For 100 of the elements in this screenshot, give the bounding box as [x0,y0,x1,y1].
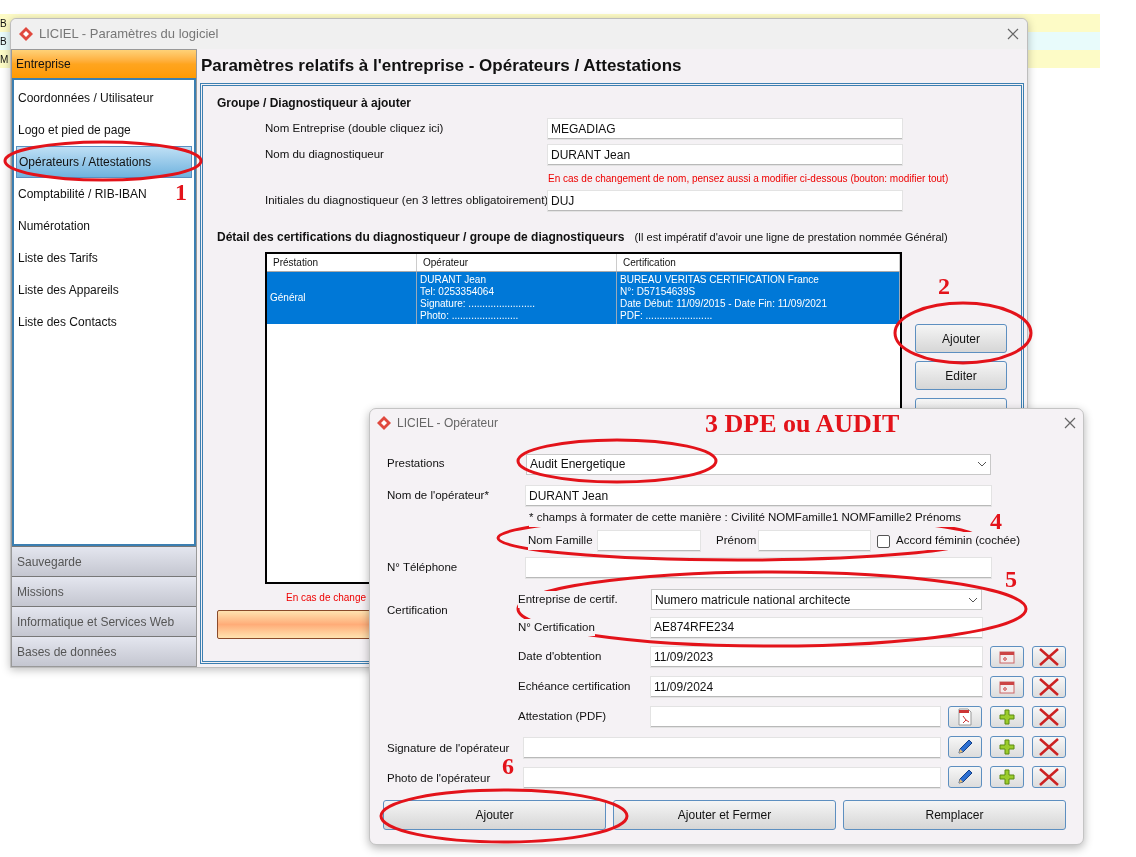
plus-button[interactable] [990,766,1024,788]
annotation-label: 3 DPE ou AUDIT [705,411,900,437]
pencil-button[interactable] [948,736,982,758]
sidebar-item[interactable]: Liste des Appareils [16,274,121,306]
window-title: LICIEL - Paramètres du logiciel [39,25,220,44]
background-row-text: M [0,52,9,67]
field-label: Signature de l'opérateur [387,740,511,756]
delete-x-icon [1038,738,1060,756]
page-heading: Paramètres relatifs à l'entreprise - Opérateurs / Attestations [200,55,683,78]
field-label: Prestations [387,456,446,472]
plus-icon [999,709,1015,725]
sidebar-item[interactable]: Liste des Tarifs [16,242,100,274]
field-label: Initiales du diagnostiqueur (en 3 lettres obligatoirement) [265,193,548,209]
checkbox[interactable] [877,534,890,548]
action-button[interactable]: Editer [915,361,1007,390]
annotation-label: 6 [502,754,514,778]
text-field[interactable]: DURANT Jean [526,486,991,506]
sidebar-item[interactable]: Liste des Contacts [16,306,119,338]
sidebar-section-button[interactable]: Informatique et Services Web [12,606,196,636]
text-field[interactable]: AE874RFE234 [651,617,982,638]
text-field[interactable]: DURANT Jean [548,145,902,165]
field-label: Photo de l'opérateur [387,770,492,786]
field-label: Echéance certification [518,679,632,695]
close-icon[interactable] [1007,28,1019,40]
delete-x-icon [1038,708,1060,726]
calendar-button[interactable] [990,676,1024,698]
delete-x-icon [1038,648,1060,666]
sidebar-section-button[interactable]: Bases de données [12,636,196,666]
pdf-file-icon [957,708,973,726]
annotation-label: 5 [1005,567,1017,591]
delete-button[interactable] [1032,646,1066,668]
delete-x-icon [1038,768,1060,786]
close-icon[interactable] [1064,417,1076,429]
sidebar-section-button[interactable]: Missions [12,576,196,606]
pencil-icon [956,768,974,786]
text-field[interactable]: DUJ [548,191,902,211]
field-label: Nom Entreprise (double cliquez ici) [265,121,445,137]
table-cell: BUREAU VERITAS CERTIFICATION France N°: D57154639S Date Début: 11/09/2015 - Date Fin: 11/09/2021 PDF: ........................ [617,272,900,324]
field-label: Date d'obtention [518,649,603,665]
section-title: Détail des certifications du diagnostiqueur / groupe de diagnostiqueurs [217,229,625,246]
text-field[interactable] [523,768,940,788]
text-field[interactable] [651,707,940,727]
pencil-button[interactable] [948,766,982,788]
annotation-label: 2 [938,274,950,298]
pencil-icon [956,738,974,756]
field-label: Entreprise de certif. [518,590,618,609]
app-logo-icon [19,27,33,41]
delete-button[interactable] [1032,706,1066,728]
checkbox-label: Accord féminin (cochée) [896,532,1020,550]
text-field[interactable] [598,531,700,551]
calendar-icon [999,680,1015,694]
action-button[interactable]: Ajouter [915,324,1007,353]
app-logo-icon [377,416,391,430]
column-header: Certification [617,254,900,271]
calendar-icon [999,650,1015,664]
table-cell: DURANT Jean Tel: 0253354064 Signature: ........................ Photo: ........................ [417,272,617,324]
sidebar-item[interactable]: Comptabilité / RIB-IBAN [16,178,149,210]
chevron-down-icon [977,461,987,467]
dialog-button[interactable]: Ajouter et Fermer [613,800,836,830]
dialog-button[interactable]: Ajouter [383,800,606,830]
sidebar-item[interactable]: Logo et pied de page [16,114,133,146]
dialog-button[interactable]: Remplacer [843,800,1066,830]
annotation-label: 1 [175,180,187,204]
text-field[interactable]: MEGADIAG [548,119,902,139]
text-field[interactable]: 11/09/2023 [651,647,982,667]
text-field[interactable] [523,738,940,758]
text-field[interactable] [759,531,870,551]
field-label: Nom du diagnostiqueur [265,147,385,163]
plus-button[interactable] [990,706,1024,728]
pdf-button[interactable] [948,706,982,728]
chevron-down-icon [968,596,978,603]
background-row-text: B [0,34,7,49]
sidebar-item[interactable]: Coordonnées / Utilisateur [16,82,156,114]
plus-button[interactable] [990,736,1024,758]
field-label: Attestation (PDF) [518,709,608,725]
warning-note: En cas de changement de nom, pensez aussi a modifier ci-dessous (bouton: modifier tout) [547,171,950,186]
text-field[interactable]: 11/09/2024 [651,677,982,697]
dropdown-field[interactable]: Numero matricule national architecte [651,589,982,610]
table-row[interactable] [267,272,900,324]
table-cell: Général [267,272,417,324]
column-header: Préstation [267,254,417,271]
sidebar-item[interactable]: Numérotation [16,210,93,242]
sidebar-header[interactable]: Entreprise [12,50,196,78]
column-header: Opérateur [417,254,617,271]
dropdown-field[interactable]: Audit Energetique [526,453,991,475]
field-label: N° Téléphone [387,560,459,576]
field-label: Nom de l'opérateur* [387,488,490,504]
section-note: (Il est impératif d'avoir une ligne de prestation nommée Général) [634,230,948,245]
delete-button[interactable] [1032,676,1066,698]
calendar-button[interactable] [990,646,1024,668]
delete-button[interactable] [1032,736,1066,758]
delete-button[interactable] [1032,766,1066,788]
sidebar-section-button[interactable]: Sauvegarde [12,546,196,576]
sidebar-item[interactable]: Opérateurs / Attestations [16,146,192,178]
background-row-text: B [0,16,7,31]
delete-x-icon [1038,678,1060,696]
window-title: LICIEL - Opérateur [397,415,498,432]
plus-icon [999,769,1015,785]
field-label: Certification [387,603,449,618]
plus-icon [999,739,1015,755]
